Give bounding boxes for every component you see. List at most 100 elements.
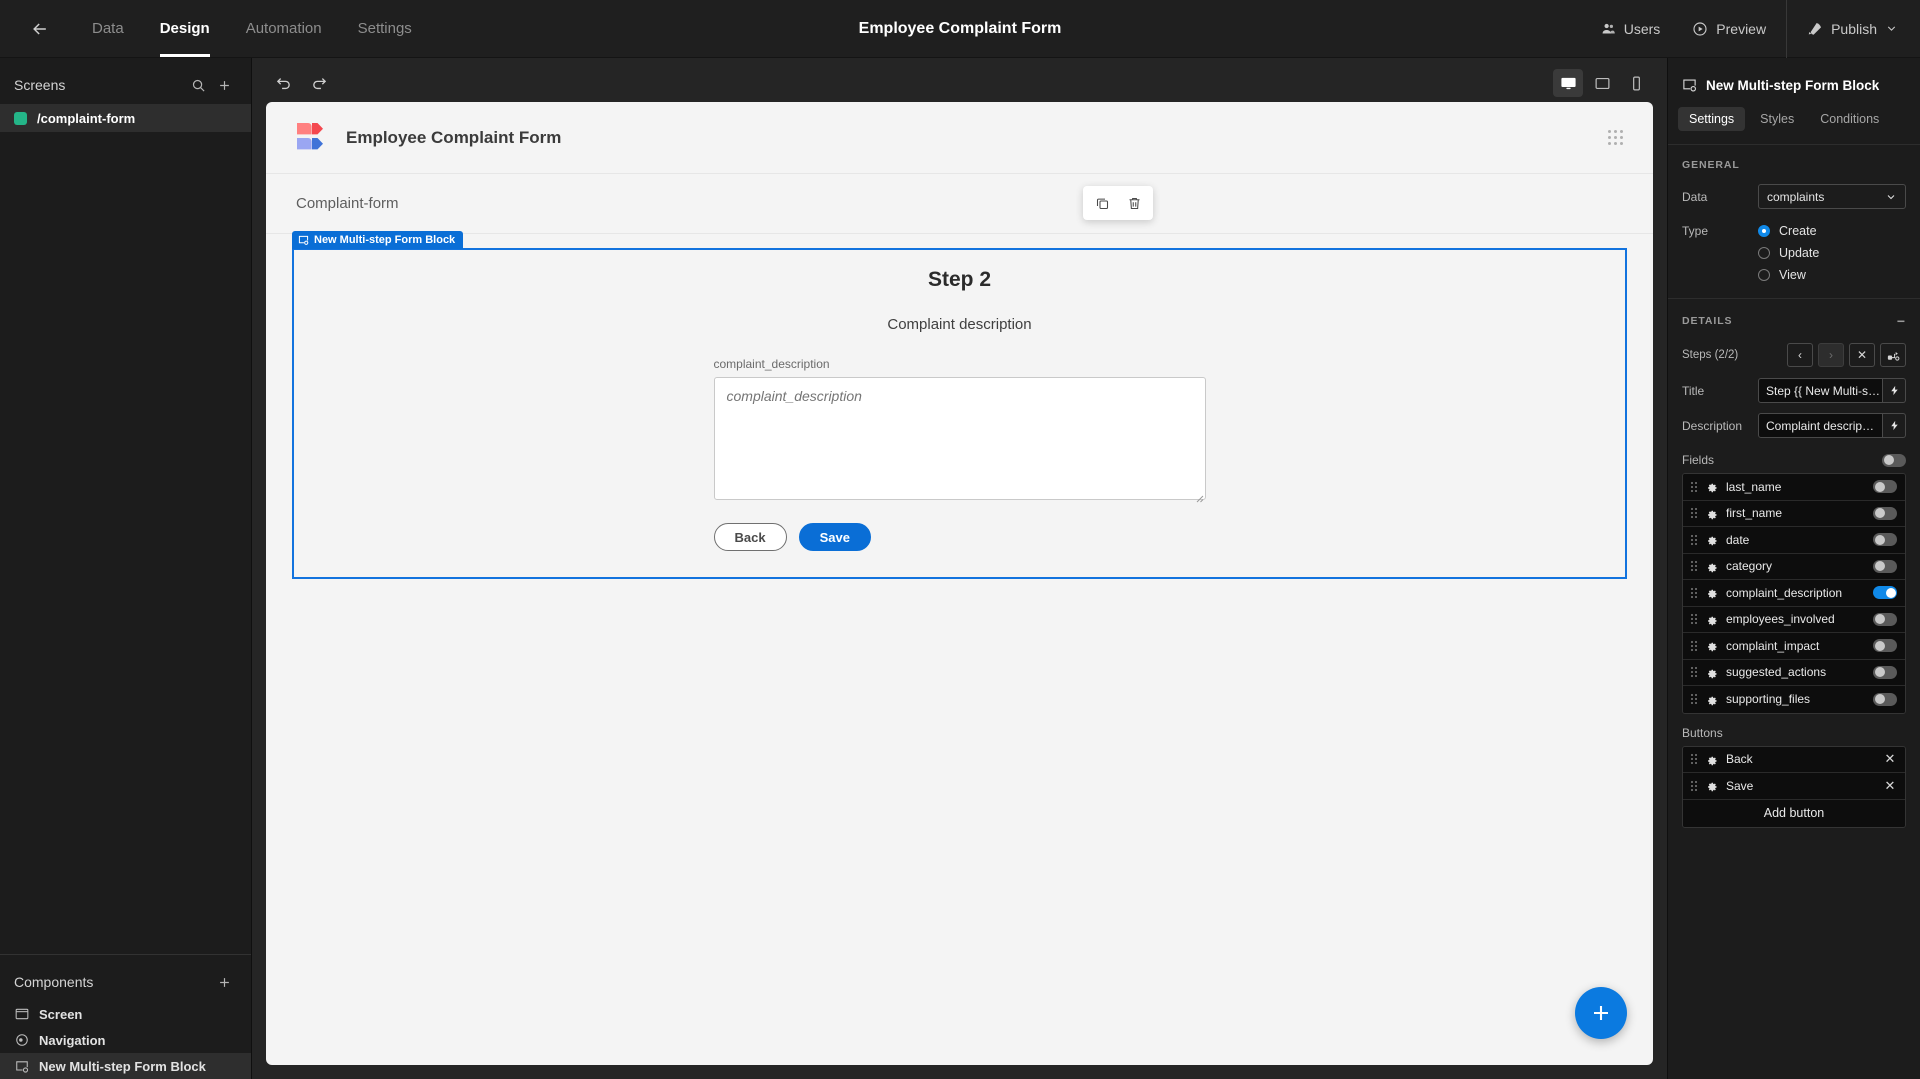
form-save-button[interactable]: Save [798,523,871,551]
canvas-drag-handle[interactable] [1608,130,1623,145]
form-back-button[interactable]: Back [713,523,787,551]
type-option-view[interactable]: View [1668,264,1920,286]
redo-button[interactable] [304,68,334,98]
remove-step-button[interactable]: ✕ [1849,343,1875,367]
field-toggle-complaint-description[interactable] [1873,586,1897,600]
remove-button-save[interactable]: ✕ [1883,778,1897,794]
gear-icon[interactable] [1705,693,1718,706]
field-row-date[interactable]: date [1683,527,1905,554]
drag-handle-icon[interactable] [1691,667,1697,678]
step-description-binding-button[interactable] [1883,413,1906,438]
field-toggle-employees-involved[interactable] [1873,612,1897,626]
delete-icon [1129,197,1139,209]
fields-master-toggle[interactable] [1882,453,1906,467]
tree-item-new-multi-step-form-block[interactable]: New Multi-step Form Block [0,1053,251,1079]
gear-icon[interactable] [1705,507,1718,520]
gear-icon[interactable] [1705,586,1718,599]
next-step-button[interactable]: › [1818,343,1844,367]
gear-icon[interactable] [1705,666,1718,679]
gear-icon[interactable] [1705,560,1718,573]
add-component-button[interactable] [211,969,237,995]
drag-handle-icon[interactable] [1691,780,1697,791]
step-title-binding-button[interactable] [1883,378,1906,403]
buttons-list: Back ✕ Save ✕ Add button [1682,745,1906,828]
step-flow-button[interactable] [1880,343,1906,367]
field-row-complaint-impact[interactable]: complaint_impact [1683,633,1905,660]
field-row-first-name[interactable]: first_name [1683,500,1905,527]
prev-step-button[interactable]: ‹ [1787,343,1813,367]
gear-icon[interactable] [1705,779,1718,792]
type-option-create[interactable]: Create [1758,224,1817,238]
complaint-description-input[interactable] [713,377,1206,500]
field-row-suggested-actions[interactable]: suggested_actions [1683,659,1905,686]
screen-item-complaint-form[interactable]: /complaint-form [0,104,251,132]
drag-handle-icon[interactable] [1691,508,1697,519]
drag-handle-icon[interactable] [1691,561,1697,572]
drag-handle-icon[interactable] [1691,534,1697,545]
drag-handle-icon[interactable] [1691,587,1697,598]
undo-button[interactable] [268,68,298,98]
button-name-save: Save [1726,778,1754,793]
add-button-button[interactable]: Add button [1683,799,1905,827]
tree-item-screen[interactable]: Screen [0,1001,251,1027]
steps-row: Steps (2/2) ‹ › ✕ [1668,337,1920,373]
type-option-update[interactable]: Update [1668,242,1920,264]
users-button[interactable]: Users [1585,0,1677,57]
field-toggle-suggested-actions[interactable] [1873,665,1897,679]
button-row-back[interactable]: Back ✕ [1683,746,1905,773]
field-row-category[interactable]: category [1683,553,1905,580]
nav-tab-settings[interactable]: Settings [340,0,430,57]
step-description-input[interactable]: Complaint descrip… [1758,413,1883,438]
back-button[interactable] [18,7,62,51]
field-row-employees-involved[interactable]: employees_involved [1683,606,1905,633]
field-row-supporting-files[interactable]: supporting_files [1683,686,1905,713]
add-screen-button[interactable] [211,72,237,98]
search-screens-button[interactable] [185,72,211,98]
delete-block-button[interactable] [1121,190,1147,216]
details-section-title: DETAILS [1682,315,1733,327]
canvas-screen-name-bar: Complaint-form [266,174,1653,234]
gear-icon[interactable] [1705,613,1718,626]
device-desktop-button[interactable] [1553,69,1583,97]
drag-handle-icon[interactable] [1691,614,1697,625]
publish-button[interactable]: Publish [1791,0,1920,57]
tab-settings[interactable]: Settings [1678,107,1746,131]
button-row-save[interactable]: Save ✕ [1683,773,1905,800]
components-title: Components [14,974,94,990]
drag-handle-icon[interactable] [1691,694,1697,705]
gear-icon[interactable] [1705,753,1718,766]
screen-status-dot [14,111,27,125]
preview-button[interactable]: Preview [1676,0,1782,57]
field-row-complaint-description[interactable]: complaint_description [1683,580,1905,607]
field-toggle-first-name[interactable] [1873,506,1897,520]
nav-tab-design[interactable]: Design [142,0,228,57]
nav-tab-data[interactable]: Data [74,0,142,57]
data-source-select[interactable]: complaints [1758,184,1906,209]
form-block-wrapper: New Multi-step Form Block Step 2 Complai… [292,231,1627,579]
gear-icon[interactable] [1705,480,1718,493]
drag-handle-icon[interactable] [1691,640,1697,651]
drag-handle-icon[interactable] [1691,481,1697,492]
step-title-input[interactable]: Step {{ New Multi-s… [1758,378,1883,403]
tab-conditions[interactable]: Conditions [1809,107,1890,131]
remove-button-back[interactable]: ✕ [1883,751,1897,767]
gear-icon[interactable] [1705,533,1718,546]
field-toggle-supporting-files[interactable] [1873,692,1897,706]
tree-item-navigation[interactable]: Navigation [0,1027,251,1053]
textarea-holder [713,377,1206,505]
gear-icon[interactable] [1705,639,1718,652]
field-toggle-complaint-impact[interactable] [1873,639,1897,653]
add-component-fab[interactable] [1575,987,1627,1039]
nav-tab-automation[interactable]: Automation [228,0,340,57]
tab-styles[interactable]: Styles [1749,107,1805,131]
duplicate-block-button[interactable] [1089,190,1115,216]
device-mobile-button[interactable] [1621,69,1651,97]
device-tablet-button[interactable] [1587,69,1617,97]
drag-handle-icon[interactable] [1691,754,1697,765]
field-toggle-date[interactable] [1873,533,1897,547]
field-toggle-last-name[interactable] [1873,480,1897,494]
field-row-last-name[interactable]: last_name [1683,474,1905,501]
details-collapse-button[interactable]: − [1897,313,1906,329]
multi-step-form-block[interactable]: Step 2 Complaint description complaint_d… [292,248,1627,579]
field-toggle-category[interactable] [1873,559,1897,573]
